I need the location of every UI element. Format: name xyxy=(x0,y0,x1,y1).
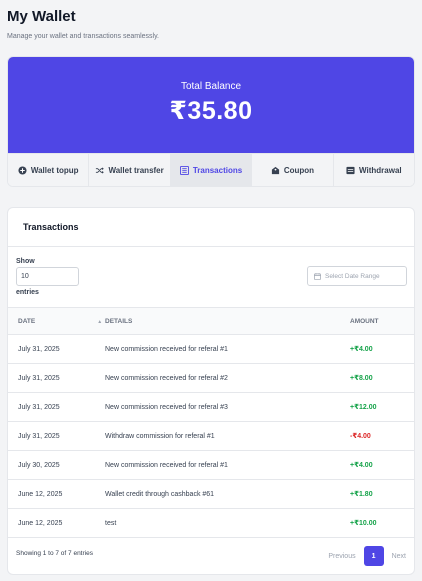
date-range-input[interactable]: Select Date Range xyxy=(307,266,407,286)
row-date: June 12, 2025 xyxy=(18,490,63,498)
table-row: July 31, 2025 New commission received fo… xyxy=(8,364,414,393)
row-details: New commission received for referal #2 xyxy=(105,374,228,382)
plus-circle-icon xyxy=(18,166,27,175)
row-date: July 31, 2025 xyxy=(18,403,60,411)
tab-coupon[interactable]: Coupon xyxy=(252,154,334,186)
ticket-icon xyxy=(271,166,279,175)
row-details: New commission received for referal #1 xyxy=(105,345,228,353)
row-details: New commission received for referal #1 xyxy=(105,461,228,469)
row-amount: +₹12.00 xyxy=(350,404,377,411)
pagination: Previous 1 Next xyxy=(328,546,406,566)
table-row: July 31, 2025 Withdraw commission for re… xyxy=(8,422,414,451)
table-info: Showing 1 to 7 of 7 entries xyxy=(16,550,93,557)
row-amount: +₹4.00 xyxy=(350,462,373,469)
table-row: June 12, 2025 Wallet credit through cash… xyxy=(8,480,414,509)
calendar-icon xyxy=(314,272,321,280)
transactions-title: Transactions xyxy=(8,208,414,247)
withdraw-icon xyxy=(346,166,355,175)
next-button[interactable]: Next xyxy=(392,553,406,560)
row-amount: -₹4.00 xyxy=(350,433,371,440)
entries-label: entries xyxy=(16,289,39,296)
tab-withdrawal[interactable]: Withdrawal xyxy=(334,154,414,186)
page-subtitle: Manage your wallet and transactions seam… xyxy=(7,33,160,40)
tab-label: Wallet topup xyxy=(30,166,79,175)
balance-panel: Total Balance ₹35.80 xyxy=(8,57,414,153)
transactions-table: DATE ▲ DETAILS AMOUNT July 31, 2025 New c… xyxy=(8,307,414,538)
tab-wallet-transfer[interactable]: Wallet transfer xyxy=(89,154,171,186)
row-amount: +₹8.00 xyxy=(350,375,373,382)
wallet-tabs: Wallet topup Wallet transfer Transaction… xyxy=(8,153,414,186)
column-header-details[interactable]: DETAILS xyxy=(105,308,340,335)
row-details: Withdraw commission for referal #1 xyxy=(105,432,215,440)
balance-label: Total Balance xyxy=(180,81,242,92)
row-date: July 31, 2025 xyxy=(18,374,60,382)
row-amount: +₹4.00 xyxy=(350,346,373,353)
table-row: June 12, 2025 test +₹10.00 xyxy=(8,509,414,538)
list-icon xyxy=(179,166,189,175)
row-date: July 31, 2025 xyxy=(18,345,60,353)
tab-label: Wallet transfer xyxy=(108,166,164,175)
wallet-card: Total Balance ₹35.80 Wallet topup Wallet… xyxy=(7,56,415,187)
tab-wallet-topup[interactable]: Wallet topup xyxy=(8,154,90,186)
tab-transactions[interactable]: Transactions xyxy=(170,154,253,186)
row-date: July 30, 2025 xyxy=(18,461,60,469)
row-amount: +₹10.00 xyxy=(350,520,377,527)
page-title: My Wallet xyxy=(7,8,76,25)
table-row: July 31, 2025 New commission received fo… xyxy=(8,393,414,422)
table-row: July 31, 2025 New commission received fo… xyxy=(8,335,414,364)
row-amount: +₹1.80 xyxy=(350,491,373,498)
table-row: July 30, 2025 New commission received fo… xyxy=(8,451,414,480)
row-details: Wallet credit through cashback #61 xyxy=(105,490,215,498)
table-header-row: DATE ▲ DETAILS AMOUNT xyxy=(8,307,414,335)
row-details: test xyxy=(105,519,117,527)
tab-label: Coupon xyxy=(283,166,315,175)
date-range-placeholder: Select Date Range xyxy=(325,272,380,280)
balance-amount: ₹35.80 xyxy=(169,97,253,125)
entries-input[interactable] xyxy=(16,267,79,286)
row-date: June 12, 2025 xyxy=(18,519,63,527)
column-header-date[interactable]: DATE ▲ xyxy=(8,308,105,335)
row-details: New commission received for referal #3 xyxy=(105,403,228,411)
show-label: Show xyxy=(16,258,35,265)
shuffle-icon xyxy=(96,167,105,174)
transactions-card: Transactions Show entries Select Date Ra… xyxy=(7,207,415,575)
previous-button[interactable]: Previous xyxy=(328,553,355,560)
column-header-amount[interactable]: AMOUNT xyxy=(340,308,414,335)
tab-label: Transactions xyxy=(192,166,243,175)
sort-icon[interactable]: ▲ xyxy=(97,319,102,325)
page-button-1[interactable]: 1 xyxy=(363,546,384,566)
row-date: July 31, 2025 xyxy=(18,432,60,440)
tab-label: Withdrawal xyxy=(359,166,402,175)
